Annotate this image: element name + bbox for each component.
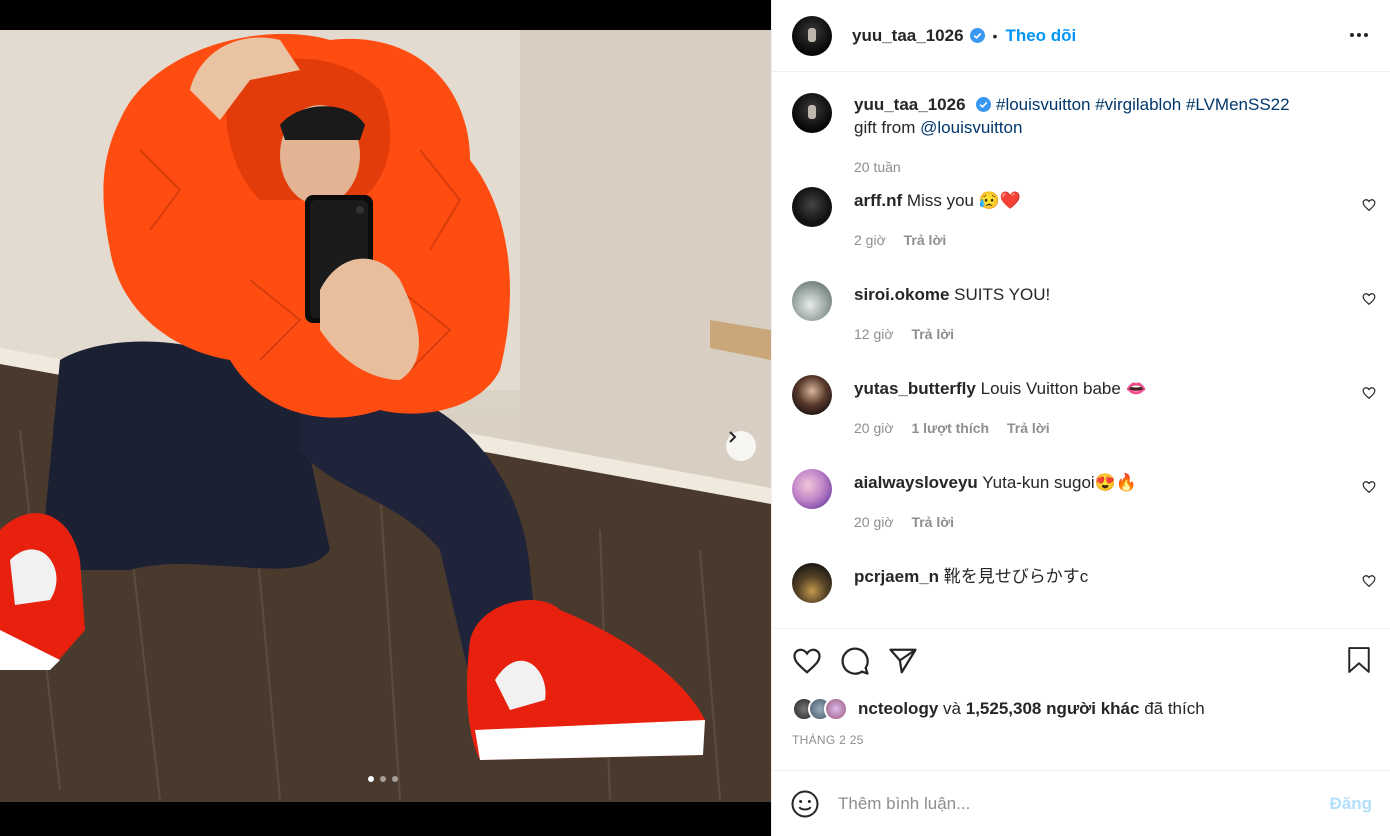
commenter-username[interactable]: yutas_butterfly (854, 379, 976, 398)
post-caption: yuu_taa_1026 #louisvuitton #virgilabloh … (772, 73, 1390, 187)
likes-summary[interactable]: ncteology và 1,525,308 người khác đã thí… (792, 697, 1370, 721)
like-heart-icon[interactable] (792, 646, 822, 676)
commenter-username[interactable]: siroi.okome (854, 285, 949, 304)
carousel-dot (392, 776, 398, 782)
likes-count[interactable]: 1,525,308 người khác (966, 699, 1140, 719)
next-photo-button[interactable] (726, 431, 756, 461)
comment-item: pcrjaem_n 靴を見せびらかすc (772, 563, 1390, 628)
comments-list[interactable]: yuu_taa_1026 #louisvuitton #virgilabloh … (772, 73, 1390, 628)
caption-author[interactable]: yuu_taa_1026 (854, 95, 966, 114)
comment-item: arff.nf Miss you 😥❤️ 2 giờ Trả lời (772, 187, 1390, 281)
commenter-avatar[interactable] (792, 187, 832, 227)
caption-meta: 20 tuần (854, 156, 1370, 179)
instagram-post-view: yuu_taa_1026 • Theo dõi yuu_taa_1026 #lo… (0, 0, 1390, 836)
post-header: yuu_taa_1026 • Theo dõi (772, 0, 1390, 72)
carousel-indicator (368, 776, 398, 782)
likes-suffix: đã thích (1144, 699, 1205, 718)
liker-avatars (792, 697, 848, 721)
reply-button[interactable]: Trả lời (911, 514, 954, 530)
comment-item: yutas_butterfly Louis Vuitton babe 👄 20 … (772, 375, 1390, 469)
comment-text: Miss you 😥❤️ (906, 191, 1022, 210)
verified-badge-icon (969, 28, 985, 43)
commenter-avatar[interactable] (792, 375, 832, 415)
comment-text: SUITS YOU! (954, 285, 1051, 304)
commenter-username[interactable]: pcrjaem_n (854, 567, 939, 586)
comment-text: Louis Vuitton babe 👄 (980, 379, 1147, 398)
comment-bubble-icon[interactable] (840, 646, 870, 676)
commenter-avatar[interactable] (792, 469, 832, 509)
reply-button[interactable]: Trả lời (911, 326, 954, 342)
comment-item: siroi.okome SUITS YOU! 12 giờ Trả lời (772, 281, 1390, 375)
share-send-icon[interactable] (888, 646, 918, 676)
comment-like-icon[interactable] (1362, 386, 1376, 400)
caption-text: gift from (854, 118, 921, 137)
post-actions: ncteology và 1,525,308 người khác đã thí… (772, 628, 1390, 770)
caption-author-avatar[interactable] (792, 93, 832, 133)
post-photo[interactable] (0, 30, 771, 802)
save-bookmark-icon[interactable] (1346, 645, 1372, 675)
verified-badge-icon (976, 97, 992, 112)
comment-time: 20 giờ (854, 420, 894, 436)
author-avatar[interactable] (792, 15, 832, 56)
comment-like-icon[interactable] (1362, 574, 1376, 588)
caption-time: 20 tuần (854, 159, 901, 175)
post-comment-button[interactable]: Đăng (1330, 794, 1373, 814)
comment-input[interactable] (838, 793, 1330, 814)
carousel-dot (380, 776, 386, 782)
more-options-icon[interactable] (1348, 24, 1370, 46)
separator: • (992, 27, 998, 44)
comment-like-count[interactable]: 1 lượt thích (911, 420, 989, 436)
follow-button[interactable]: Theo dõi (1005, 26, 1076, 46)
comment-text: 靴を見せびらかすc (943, 567, 1089, 586)
comment-like-icon[interactable] (1362, 480, 1376, 494)
post-side-panel: yuu_taa_1026 • Theo dõi yuu_taa_1026 #lo… (771, 0, 1390, 836)
commenter-avatar[interactable] (792, 281, 832, 321)
liker-avatar (824, 697, 848, 721)
commenter-avatar[interactable] (792, 563, 832, 603)
liker-username[interactable]: ncteology (858, 699, 938, 719)
likes-and: và (943, 699, 961, 718)
chevron-right-icon (729, 431, 737, 443)
add-comment-bar: Đăng (772, 770, 1390, 836)
comment-text: Yuta-kun sugoi😍🔥 (982, 473, 1138, 492)
comment-item: aialwaysloveyu Yuta-kun sugoi😍🔥 20 giờ T… (772, 469, 1390, 563)
author-username[interactable]: yuu_taa_1026 (852, 26, 964, 46)
carousel-dot (368, 776, 374, 782)
commenter-username[interactable]: aialwaysloveyu (854, 473, 978, 492)
emoji-icon[interactable] (790, 789, 820, 819)
photo-illustration (0, 30, 771, 802)
reply-button[interactable]: Trả lời (1007, 420, 1050, 436)
comment-time: 20 giờ (854, 514, 894, 530)
commenter-username[interactable]: arff.nf (854, 191, 902, 210)
comment-like-icon[interactable] (1362, 198, 1376, 212)
comment-time: 2 giờ (854, 232, 886, 248)
caption-mention[interactable]: @louisvuitton (920, 118, 1022, 137)
post-media (0, 0, 771, 836)
comment-like-icon[interactable] (1362, 292, 1376, 306)
comment-time: 12 giờ (854, 326, 894, 342)
caption-hashtags[interactable]: #louisvuitton #virgilabloh #LVMenSS22 (996, 95, 1290, 114)
post-date: THÁNG 2 25 (792, 733, 864, 747)
reply-button[interactable]: Trả lời (904, 232, 947, 248)
